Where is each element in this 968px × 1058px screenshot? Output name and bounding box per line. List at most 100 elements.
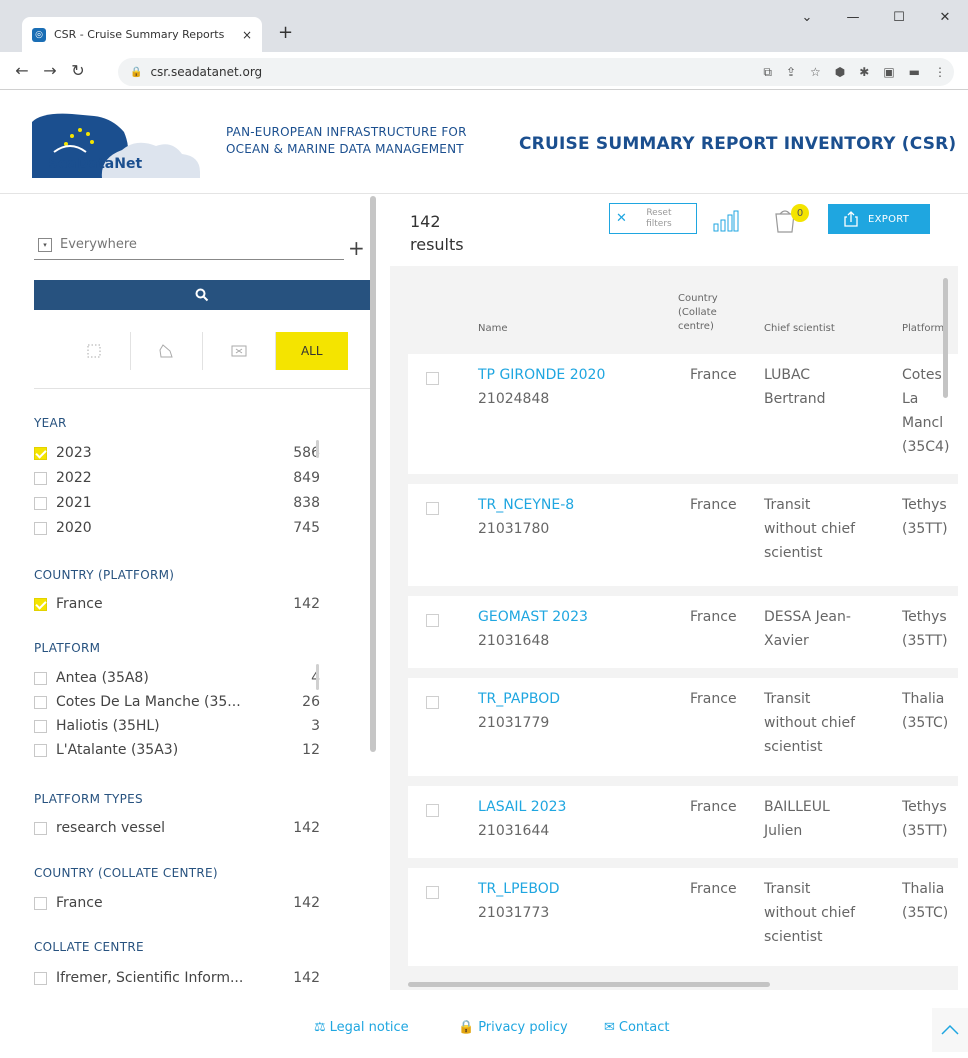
- facet-item-research-vessel[interactable]: research vessel 142: [34, 818, 320, 838]
- facet-item-platform-haliotis[interactable]: Haliotis (35HL) 3: [34, 716, 320, 736]
- tab-polygon[interactable]: [131, 332, 203, 370]
- checkbox[interactable]: [34, 471, 47, 485]
- table-row[interactable]: GEOMAST 2023 21031648 France DESSA Jean-…: [408, 596, 958, 668]
- column-header-platform[interactable]: Platform: [902, 322, 944, 336]
- cruise-name-link[interactable]: TR_LPEBOD: [478, 881, 560, 897]
- row-checkbox[interactable]: [426, 502, 439, 515]
- checkbox-checked[interactable]: [34, 446, 47, 460]
- table-vertical-scrollbar[interactable]: [943, 278, 948, 398]
- table-row[interactable]: LASAIL 2023 21031644 France BAILLEUL Jul…: [408, 786, 958, 858]
- facet-item-collate-country-france[interactable]: France 142: [34, 893, 320, 913]
- cruise-name-link[interactable]: TR_PAPBOD: [478, 691, 560, 707]
- back-arrow-icon[interactable]: ←: [8, 61, 36, 80]
- site-header: SeaDataNet PAN-EUROPEAN INFRASTRUCTURE F…: [0, 90, 968, 194]
- close-window-icon[interactable]: ✕: [922, 0, 968, 34]
- checkbox[interactable]: [34, 719, 47, 733]
- row-checkbox[interactable]: [426, 372, 439, 385]
- facet-item-year-2023[interactable]: 2023 586: [34, 443, 320, 463]
- row-checkbox[interactable]: [426, 886, 439, 899]
- platform-cell: Thalia (35TC): [902, 691, 949, 731]
- reload-icon[interactable]: ↻: [64, 61, 92, 80]
- browser-menu-icon[interactable]: ⋮: [934, 65, 946, 79]
- facet-title-country-collate: COUNTRY (COLLATE CENTRE): [34, 866, 218, 880]
- checkbox[interactable]: [34, 496, 47, 510]
- checkbox[interactable]: [34, 671, 47, 685]
- sidebar-scrollbar[interactable]: [370, 196, 376, 752]
- export-icon: [844, 211, 858, 227]
- maximize-icon[interactable]: ☐: [876, 0, 922, 34]
- checkbox[interactable]: [34, 743, 47, 757]
- table-horizontal-scrollbar[interactable]: [408, 982, 770, 987]
- legal-notice-link[interactable]: ⚖ Legal notice: [314, 1020, 409, 1035]
- cruise-name-link[interactable]: TR_NCEYNE-8: [478, 497, 574, 513]
- side-panel-icon[interactable]: ▣: [883, 65, 894, 79]
- cruise-name-link[interactable]: TP GIRONDE 2020: [478, 367, 605, 383]
- cruise-id: 21024848: [478, 391, 550, 407]
- facet-item-country-france[interactable]: France 142: [34, 594, 320, 614]
- forward-arrow-icon[interactable]: →: [36, 61, 64, 80]
- new-tab-button[interactable]: +: [278, 22, 293, 43]
- row-checkbox[interactable]: [426, 696, 439, 709]
- facet-item-platform-antea[interactable]: Antea (35A8) 4: [34, 668, 320, 688]
- extensions-puzzle-icon[interactable]: ✱: [859, 65, 869, 79]
- contact-link[interactable]: ✉ Contact: [604, 1020, 669, 1035]
- bar-chart-icon[interactable]: [713, 210, 739, 232]
- results-area: 142 results ✕ Reset filters 0 EXPORT Nam…: [380, 194, 968, 1004]
- tab-title: CSR - Cruise Summary Reports: [54, 28, 225, 41]
- bounding-box-icon: [87, 344, 101, 358]
- facet-item-year-2020[interactable]: 2020 745: [34, 518, 320, 538]
- search-row: ▾ +: [34, 230, 368, 260]
- row-checkbox[interactable]: [426, 804, 439, 817]
- search-input[interactable]: [60, 237, 320, 252]
- facet-item-platform-cotes[interactable]: Cotes De La Manche (35... 26: [34, 692, 320, 712]
- tab-bounding-box[interactable]: [58, 332, 131, 370]
- checkbox[interactable]: [34, 971, 47, 985]
- platform-list-scrollbar[interactable]: [316, 664, 319, 690]
- tab-all[interactable]: ALL: [275, 332, 348, 370]
- reset-filters-button[interactable]: ✕ Reset filters: [609, 203, 697, 234]
- table-row[interactable]: TP GIRONDE 2020 21024848 France LUBAC Be…: [408, 354, 958, 474]
- checkbox[interactable]: [34, 896, 47, 910]
- lock-icon: 🔒: [130, 66, 143, 78]
- translate-icon[interactable]: ⧉: [763, 65, 772, 80]
- facet-item-year-2022[interactable]: 2022 849: [34, 468, 320, 488]
- tagline: PAN-EUROPEAN INFRASTRUCTURE FOR OCEAN & …: [226, 124, 467, 158]
- add-criteria-button[interactable]: +: [348, 236, 365, 260]
- country-cell: France: [690, 881, 737, 897]
- checkbox[interactable]: [34, 695, 47, 709]
- table-row[interactable]: TR_NCEYNE-8 21031780 France Transit with…: [408, 484, 958, 586]
- profile-icon[interactable]: ▬: [909, 65, 920, 79]
- url-text: csr.seadatanet.org: [150, 65, 263, 79]
- checkbox[interactable]: [34, 821, 47, 835]
- tab-close-icon[interactable]: ×: [242, 28, 252, 42]
- checkbox[interactable]: [34, 521, 47, 535]
- facet-item-collate-ifremer[interactable]: Ifremer, Scientific Inform... 142: [34, 968, 320, 988]
- bookmark-star-icon[interactable]: ☆: [810, 65, 821, 79]
- chief-scientist-cell: Transit without chief scientist: [764, 881, 856, 945]
- scroll-to-top-button[interactable]: [932, 1008, 968, 1052]
- cruise-name-link[interactable]: GEOMAST 2023: [478, 609, 588, 625]
- column-header-country[interactable]: Country (Collate centre): [678, 292, 718, 334]
- year-list-scrollbar[interactable]: [316, 440, 319, 458]
- browser-tab[interactable]: ◎ CSR - Cruise Summary Reports ×: [22, 17, 262, 52]
- table-row[interactable]: TR_LPEBOD 21031773 France Transit withou…: [408, 868, 958, 966]
- tab-search-icon[interactable]: ⌄: [784, 0, 830, 34]
- url-field[interactable]: 🔒 csr.seadatanet.org ⧉ ⇪ ☆ ⬢ ✱ ▣ ▬ ⋮: [118, 58, 954, 86]
- row-checkbox[interactable]: [426, 614, 439, 627]
- share-icon[interactable]: ⇪: [786, 65, 796, 79]
- facet-item-year-2021[interactable]: 2021 838: [34, 493, 320, 513]
- privacy-policy-link[interactable]: 🔒 Privacy policy: [458, 1020, 568, 1035]
- tab-region[interactable]: [203, 332, 276, 370]
- facet-item-platform-atalante[interactable]: L'Atalante (35A3) 12: [34, 740, 320, 760]
- checkbox-checked[interactable]: [34, 597, 47, 611]
- column-header-chief-scientist[interactable]: Chief scientist: [764, 322, 835, 336]
- table-row[interactable]: TR_PAPBOD 21031779 France Transit withou…: [408, 678, 958, 776]
- export-button[interactable]: EXPORT: [828, 204, 930, 234]
- extension-shield-icon[interactable]: ⬢: [835, 65, 845, 79]
- search-button[interactable]: [34, 280, 370, 310]
- platform-cell: Tethys (35TT): [902, 799, 948, 839]
- field-selector-icon[interactable]: ▾: [38, 237, 52, 252]
- column-header-name[interactable]: Name: [478, 322, 508, 336]
- cruise-name-link[interactable]: LASAIL 2023: [478, 799, 566, 815]
- minimize-icon[interactable]: —: [830, 0, 876, 34]
